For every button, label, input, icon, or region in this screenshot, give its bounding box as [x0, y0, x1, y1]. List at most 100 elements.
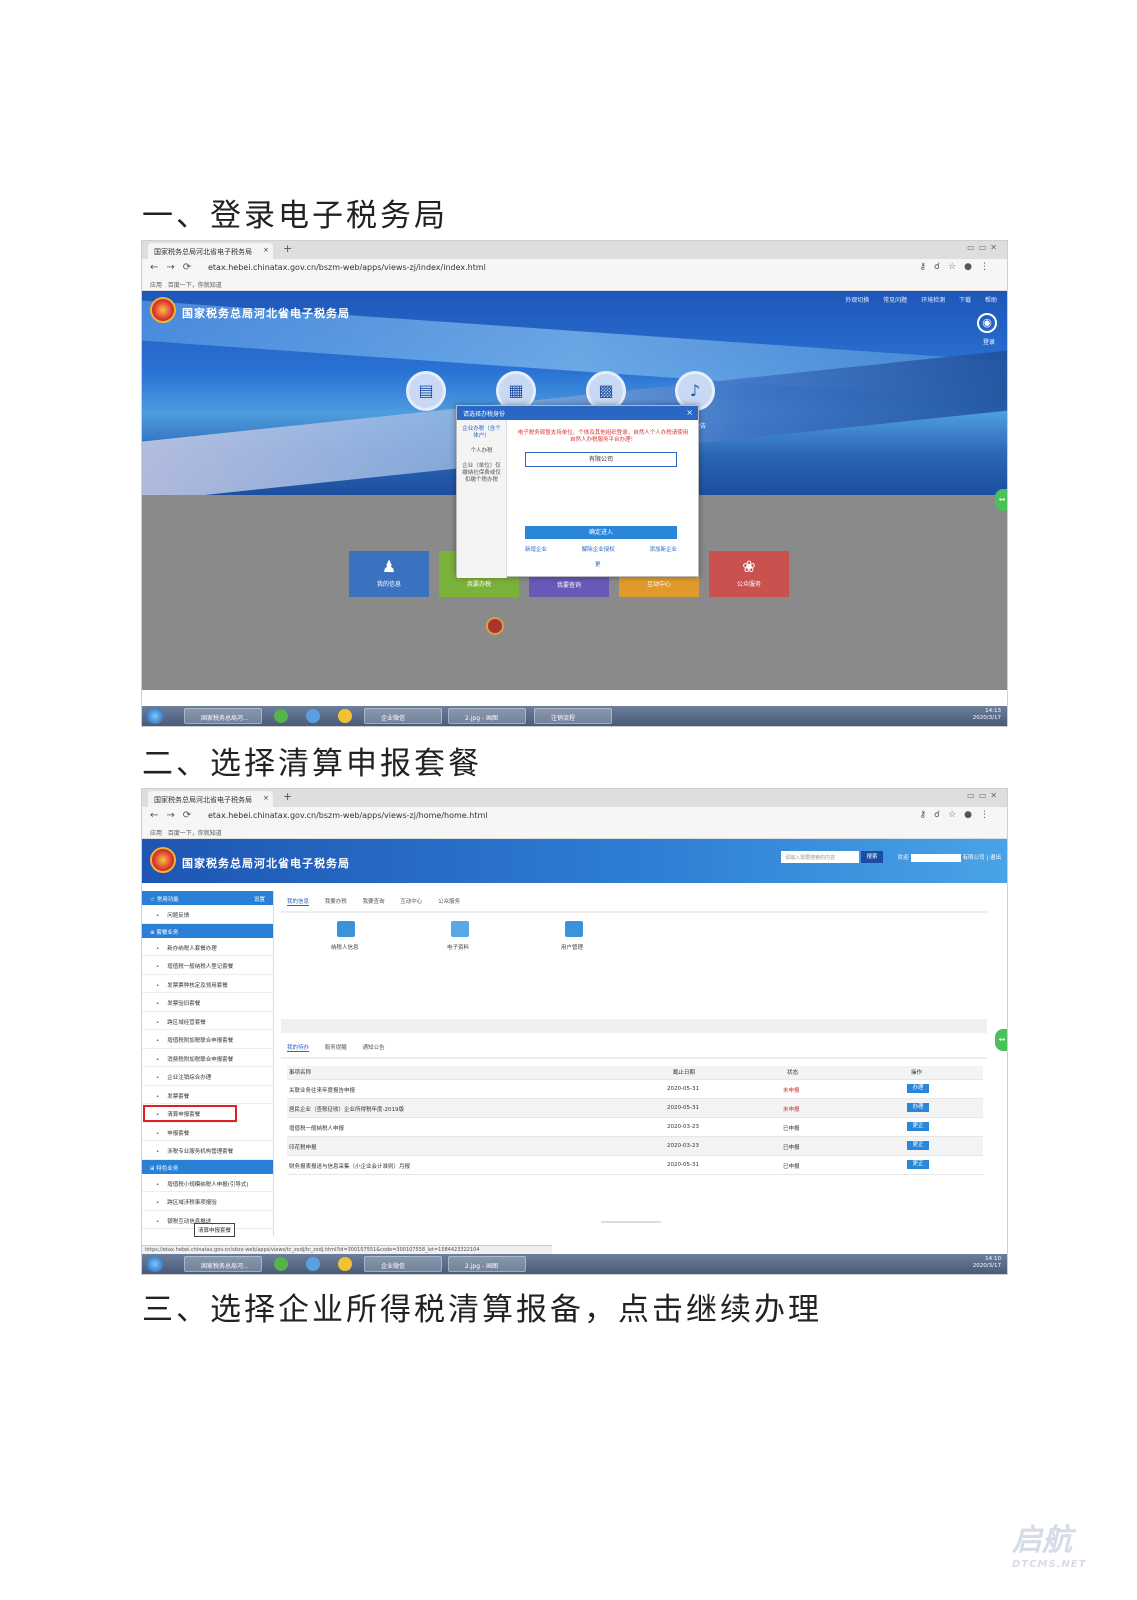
app-icon[interactable] — [338, 1257, 352, 1271]
menu-item[interactable]: 跨区域涉税事项报验 — [142, 1192, 273, 1211]
bookmark-baidu[interactable]: 百度一下，你就知道 — [168, 830, 222, 837]
window-controls[interactable]: ▭▭✕ — [967, 791, 1001, 800]
browser-tab[interactable]: 国家税务总局河北省电子税务局 × — [148, 243, 273, 259]
login-label[interactable]: 登录 — [983, 337, 995, 346]
tab-todo[interactable]: 我的待办 — [287, 1045, 310, 1052]
tab-reminder[interactable]: 服务提醒 — [325, 1045, 347, 1051]
app-icon[interactable] — [274, 1257, 288, 1271]
document-icon[interactable]: ▤ — [406, 371, 446, 411]
user-management-icon[interactable] — [565, 921, 583, 937]
url-field[interactable]: etax.hebei.chinatax.gov.cn/bszm-web/apps… — [208, 263, 486, 272]
login-user-icon[interactable]: ◉ — [977, 313, 997, 333]
tab-tax[interactable]: 我要办税 — [325, 899, 347, 905]
identity-option[interactable]: 企业（单位）仅缴纳社保费或仅扣缴个税办税 — [457, 457, 506, 486]
menu-item[interactable]: 增值税附加税联合申报套餐 — [142, 1030, 273, 1049]
modal-link[interactable]: 新增企业 — [525, 545, 547, 553]
electronic-docs-icon[interactable] — [451, 921, 469, 937]
modal-more-link[interactable]: 更 — [595, 560, 601, 568]
menu-item[interactable]: 发票票种核定及领用套餐 — [142, 975, 273, 993]
correct-button[interactable]: 更正 — [907, 1141, 929, 1150]
logout-link[interactable]: 退出 — [990, 855, 1001, 861]
menu-item[interactable]: 消费税附加税联合申报套餐 — [142, 1049, 273, 1067]
bookmark-apps[interactable]: 应用 — [150, 830, 162, 837]
url-field[interactable]: etax.hebei.chinatax.gov.cn/bszm-web/apps… — [208, 811, 487, 820]
correct-button[interactable]: 更正 — [907, 1160, 929, 1169]
menu-item-liquidation-package[interactable]: 清算申报套餐 — [142, 1104, 238, 1123]
app-icon[interactable] — [338, 709, 352, 723]
quick-label[interactable]: 电子资料 — [447, 943, 469, 951]
modal-link[interactable]: 添加新企业 — [649, 545, 677, 553]
identity-option[interactable]: 企业办税（含个体户） — [457, 420, 506, 442]
close-icon[interactable]: × — [686, 408, 693, 417]
taskbar-item[interactable]: 企业微信 — [364, 708, 442, 724]
welcome-text: 欢迎 — [897, 855, 909, 861]
menu-item[interactable]: 增值税小规模纳税人申报(引导式) — [142, 1174, 273, 1192]
modal-link[interactable]: 解除企业授权 — [582, 545, 615, 553]
tile-my-info[interactable]: ♟ 我的信息 — [349, 551, 429, 597]
taskbar-item[interactable]: 注销流程 — [534, 708, 612, 724]
browser-icons[interactable]: ⚷☌☆●⋮ — [919, 262, 997, 272]
menu-item[interactable]: 新办纳税人套餐办理 — [142, 938, 273, 956]
close-tab-icon[interactable]: × — [263, 246, 269, 254]
menu-item[interactable]: 申报套餐 — [142, 1123, 273, 1141]
menu-item[interactable]: 发票验旧套餐 — [142, 993, 273, 1012]
menu-header-common[interactable]: ☆ 常用功能 设置 — [142, 891, 273, 905]
system-tray: 14:10 2020/3/17 — [973, 1256, 1001, 1270]
browser-tab[interactable]: 国家税务总局河北省电子税务局 × — [148, 791, 273, 807]
menu-item[interactable]: 增值税一般纳税人登记套餐 — [142, 956, 273, 975]
taskbar-item[interactable]: 国家税务总局河... — [184, 1256, 262, 1272]
start-button-icon[interactable] — [146, 708, 164, 724]
taskbar-item[interactable]: 企业微信 — [364, 1256, 442, 1272]
new-tab-button[interactable]: + — [283, 790, 292, 803]
nav-buttons[interactable]: ←→⟳ — [150, 262, 199, 273]
app-icon[interactable] — [306, 1257, 320, 1271]
app-icon[interactable] — [306, 709, 320, 723]
clock: 14:10 — [985, 1256, 1001, 1262]
handle-button[interactable]: 办理 — [907, 1103, 929, 1112]
taskbar-item[interactable]: 国家税务总局河... — [184, 708, 262, 724]
menu-header-special[interactable]: ⊞ 特色业务 — [142, 1159, 273, 1174]
top-link[interactable]: 下载 — [959, 297, 971, 304]
confirm-button[interactable]: 确定进入 — [525, 526, 677, 539]
browser-icons[interactable]: ⚷☌☆●⋮ — [919, 810, 997, 820]
bookmark-baidu[interactable]: 百度一下，你就知道 — [168, 282, 222, 289]
menu-item[interactable]: 涉税专业服务机构管理套餐 — [142, 1141, 273, 1160]
top-link[interactable]: 环境检测 — [921, 297, 945, 304]
tab-interaction[interactable]: 互动中心 — [400, 899, 422, 905]
start-button-icon[interactable] — [146, 1256, 164, 1272]
close-tab-icon[interactable]: × — [263, 794, 269, 802]
tab-notice[interactable]: 通知公告 — [363, 1045, 385, 1051]
tab-public-service[interactable]: 公众服务 — [438, 899, 460, 905]
menu-item[interactable]: 企业注销综合办理 — [142, 1067, 273, 1086]
company-select[interactable]: 有限公司 — [525, 452, 677, 467]
address-bar: ←→⟳ etax.hebei.chinatax.gov.cn/bszm-web/… — [142, 807, 1007, 826]
menu-item[interactable]: 发票套餐 — [142, 1086, 273, 1104]
menu-header-packages[interactable]: ⊕ 套餐业务 — [142, 923, 273, 938]
table-header: 事项名称 截止日期 状态 操作 — [287, 1066, 983, 1080]
tab-my-info[interactable]: 我的信息 — [287, 899, 310, 906]
search-input[interactable]: 请输入需要搜索的内容 — [781, 851, 859, 863]
taskbar-item[interactable]: 2.jpg - 画图 — [448, 708, 526, 724]
new-tab-button[interactable]: + — [283, 242, 292, 255]
handle-button[interactable]: 办理 — [907, 1084, 929, 1093]
menu-item[interactable]: 问题反馈 — [142, 905, 273, 924]
taskbar-item[interactable]: 2.jpg - 画图 — [448, 1256, 526, 1272]
quick-label[interactable]: 纳税人信息 — [331, 943, 359, 951]
app-icon[interactable] — [274, 709, 288, 723]
side-float-icon[interactable]: ↔ — [995, 1029, 1007, 1051]
top-link[interactable]: 外观切换 — [845, 297, 869, 304]
top-link[interactable]: 常见问题 — [883, 297, 907, 304]
window-controls[interactable]: ▭▭✕ — [967, 243, 1001, 252]
search-button[interactable]: 搜索 — [861, 851, 883, 863]
nav-buttons[interactable]: ←→⟳ — [150, 810, 199, 821]
bookmark-apps[interactable]: 应用 — [150, 282, 162, 289]
quick-label[interactable]: 用户管理 — [561, 943, 583, 951]
taxpayer-info-icon[interactable] — [337, 921, 355, 937]
menu-item[interactable]: 跨区域经营套餐 — [142, 1012, 273, 1030]
side-float-icon[interactable]: ↔ — [995, 489, 1007, 511]
tile-public-service[interactable]: ❀ 公众服务 — [709, 551, 789, 597]
tab-query[interactable]: 我要查询 — [363, 899, 385, 905]
correct-button[interactable]: 更正 — [907, 1122, 929, 1131]
top-link[interactable]: 帮助 — [985, 297, 997, 304]
identity-option[interactable]: 个人办税 — [457, 442, 506, 457]
